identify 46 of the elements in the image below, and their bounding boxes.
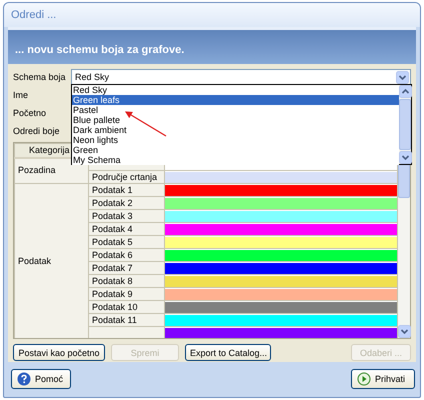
table-cell: Podatak 4 [88, 222, 164, 236]
color-swatch[interactable] [165, 314, 397, 326]
action-button[interactable]: Export to Catalog... [185, 344, 271, 361]
table-cell: Podatak 6 [88, 248, 164, 262]
color-swatch[interactable] [165, 328, 397, 338]
scrollbar[interactable] [399, 85, 411, 164]
color-swatch[interactable] [165, 210, 397, 222]
play-icon [357, 372, 371, 386]
scroll-thumb[interactable] [399, 99, 411, 150]
category-cell: Podatak [14, 184, 88, 338]
color-swatch[interactable] [165, 236, 397, 248]
color-swatch[interactable] [165, 262, 397, 274]
color-swatch[interactable] [165, 184, 397, 196]
banner-text: ... novu schemu boja za grafove. [15, 44, 184, 56]
accept-button[interactable]: Prihvati [351, 368, 415, 388]
window-title: Odredi ... [11, 9, 56, 21]
scroll-down-icon[interactable] [399, 151, 412, 164]
table-cell: Podatak 5 [88, 236, 164, 248]
table-cell: Podatak 2 [88, 196, 164, 210]
scroll-down-icon[interactable] [398, 325, 411, 338]
dropdown-item[interactable]: Green leafs [72, 95, 399, 105]
color-swatch[interactable] [165, 288, 397, 300]
table-cell: Područje crtanja [88, 170, 164, 184]
color-swatch[interactable] [165, 250, 397, 260]
action-button[interactable]: Postavi kao početno [13, 344, 105, 361]
table-cell: Podatak 7 [88, 262, 164, 274]
field-label: Početno [13, 108, 48, 118]
table-cell: Podatak 10 [88, 300, 164, 314]
color-swatch[interactable] [165, 302, 397, 312]
dropdown-item[interactable]: My Schema [72, 155, 399, 165]
field-label: Ime [13, 90, 30, 100]
table-cell: Podatak 8 [88, 274, 164, 288]
color-swatch[interactable] [165, 224, 397, 234]
field-label: Schema boja [13, 72, 67, 82]
help-button[interactable]: Pomoć [11, 368, 71, 388]
table-cell: Podatak 1 [88, 184, 164, 196]
table-cell: Podatak 11 [88, 314, 164, 326]
table-cell: Podatak 9 [88, 288, 164, 300]
scheme-dropdown[interactable]: Red Sky [71, 69, 411, 85]
scroll-up-icon[interactable] [399, 85, 412, 98]
help-icon [17, 372, 31, 386]
color-swatch[interactable] [165, 172, 397, 182]
color-swatch[interactable] [165, 198, 397, 208]
color-swatch[interactable] [165, 276, 397, 286]
field-label: Odredi boje [13, 126, 61, 136]
table-cell: Podatak 3 [88, 210, 164, 222]
